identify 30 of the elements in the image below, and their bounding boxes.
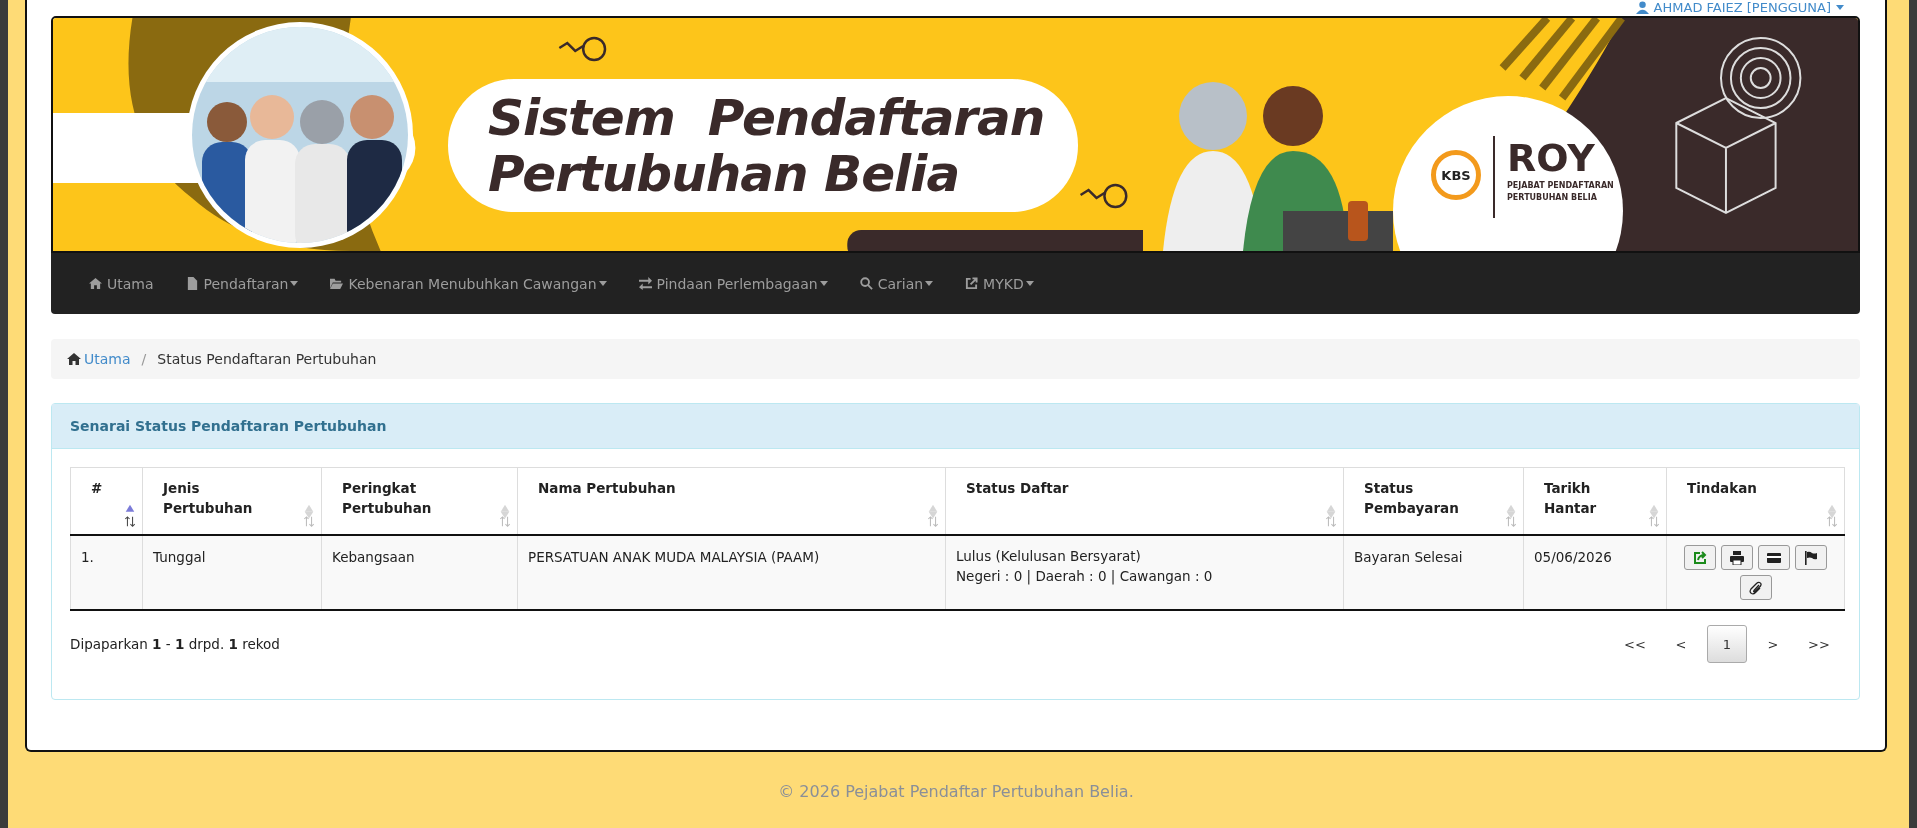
page-link[interactable]: << <box>1615 625 1655 663</box>
nav-item[interactable]: MYKD <box>950 263 1051 304</box>
user-menu[interactable]: AHMAD FAIEZ [PENGGUNA] <box>1635 0 1844 14</box>
nav-item[interactable]: Carian <box>844 263 951 304</box>
table-cell: Tunggal <box>142 535 322 610</box>
status-text: Negeri : 0 | Daerah : 0 | Cawangan : 0 <box>956 567 1214 586</box>
page-link[interactable]: < <box>1661 625 1701 663</box>
nav-item[interactable]: Utama <box>74 263 171 304</box>
logo-subtitle: PERTUBUHAN BELIA <box>1507 192 1598 204</box>
breadcrumb-separator: / <box>140 351 148 367</box>
table-cell: PERSATUAN ANAK MUDA MALAYSIA (PAAM) <box>517 535 946 610</box>
table-cell: Kebangsaan <box>321 535 518 610</box>
footer-text: © 2026 Pejabat Pendaftar Pertubuhan Belia. <box>777 782 1135 801</box>
table-cell: 1. <box>70 535 143 610</box>
record-summary: Dipaparkan 1 - 1 drpd. 1 rekod <box>70 636 280 652</box>
nav-item[interactable]: Pindaan Perlembagaan <box>623 263 845 304</box>
logo-subtitle: PEJABAT PENDAFTARAN <box>1507 180 1614 192</box>
nav-item[interactable]: Pendaftaran <box>170 263 316 304</box>
table-cell: 05/06/2026 <box>1523 535 1667 610</box>
page-link[interactable]: > <box>1753 625 1793 663</box>
kbs-logo: KBS <box>1431 150 1481 200</box>
banner-title: Sistem Pendaftaran Pertubuhan Belia <box>448 79 1078 212</box>
logo-name: ROY <box>1507 136 1596 180</box>
table-cell: Bayaran Selesai <box>1343 535 1524 610</box>
nav-item[interactable]: Kebenaran Menubuhkan Cawangan <box>315 263 624 304</box>
status-text: Lulus (Kelulusan Bersyarat) <box>956 547 1142 566</box>
page-link[interactable]: >> <box>1799 625 1839 663</box>
page-link[interactable]: 1 <box>1707 625 1747 663</box>
panel-title: Senarai Status Pendaftaran Pertubuhan <box>70 418 387 434</box>
breadcrumb-current: Status Pendaftaran Pertubuhan <box>157 351 377 367</box>
